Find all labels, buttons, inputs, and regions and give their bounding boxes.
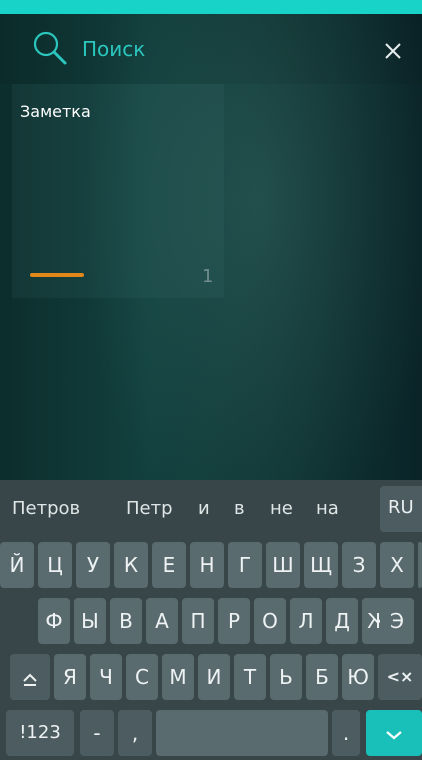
- key[interactable]: М: [162, 654, 194, 700]
- key[interactable]: Г: [228, 542, 262, 588]
- comma-key[interactable]: ,: [118, 710, 152, 756]
- key[interactable]: Ш: [266, 542, 300, 588]
- close-icon[interactable]: [376, 34, 410, 68]
- numbers-key[interactable]: !123: [6, 710, 74, 756]
- suggestion-item[interactable]: и: [198, 498, 210, 519]
- suggestion-item[interactable]: Петр: [126, 498, 173, 519]
- key[interactable]: Э: [380, 598, 414, 644]
- search-icon: [30, 28, 70, 68]
- key[interactable]: К: [114, 542, 148, 588]
- key[interactable]: Т: [234, 654, 266, 700]
- dash-key[interactable]: -: [80, 710, 114, 756]
- key[interactable]: Е: [152, 542, 186, 588]
- key[interactable]: Ю: [342, 654, 374, 700]
- key[interactable]: А: [146, 598, 178, 644]
- suggestion-item[interactable]: не: [270, 498, 293, 519]
- key[interactable]: Й: [0, 542, 34, 588]
- space-key[interactable]: [156, 710, 328, 756]
- enter-chevron-icon: [385, 721, 403, 745]
- backspace-icon: <×: [386, 667, 414, 686]
- key[interactable]: Ь: [270, 654, 302, 700]
- note-card[interactable]: Заметка 1: [12, 84, 224, 298]
- enter-key[interactable]: [366, 710, 422, 756]
- keyboard: Петров Петр и в не на RU Й Ц У К Е Н Г Ш…: [0, 480, 422, 760]
- language-label: RU: [388, 497, 414, 518]
- search-bar: [0, 14, 422, 84]
- language-key[interactable]: RU: [380, 486, 422, 532]
- key[interactable]: С: [126, 654, 158, 700]
- backspace-key[interactable]: <×: [378, 654, 422, 700]
- key[interactable]: [418, 542, 422, 588]
- key[interactable]: О: [254, 598, 286, 644]
- suggestion-bar: Петров Петр и в не на RU: [0, 480, 422, 538]
- suggestion-item[interactable]: Петров: [12, 498, 80, 519]
- key[interactable]: В: [110, 598, 142, 644]
- key[interactable]: Н: [190, 542, 224, 588]
- key[interactable]: У: [76, 542, 110, 588]
- shift-key[interactable]: [10, 654, 50, 700]
- key[interactable]: И: [198, 654, 230, 700]
- note-color-bar: [30, 273, 84, 277]
- period-key[interactable]: .: [332, 710, 360, 756]
- note-count: 1: [202, 266, 214, 287]
- shift-icon: [21, 665, 39, 689]
- suggestion-item[interactable]: в: [234, 498, 245, 519]
- key[interactable]: Ч: [90, 654, 122, 700]
- key[interactable]: Б: [306, 654, 338, 700]
- top-accent-bar: [0, 0, 422, 14]
- key[interactable]: Я: [54, 654, 86, 700]
- key[interactable]: П: [182, 598, 214, 644]
- key[interactable]: Л: [290, 598, 322, 644]
- screen: Заметка 1 Петров Петр и в не на RU Й Ц У…: [0, 0, 422, 760]
- key[interactable]: Ф: [38, 598, 70, 644]
- key[interactable]: З: [342, 542, 376, 588]
- key[interactable]: Р: [218, 598, 250, 644]
- key[interactable]: Щ: [304, 542, 338, 588]
- key[interactable]: Ы: [74, 598, 106, 644]
- key[interactable]: Ц: [38, 542, 72, 588]
- key[interactable]: Х: [380, 542, 414, 588]
- note-title: Заметка: [20, 102, 91, 121]
- search-input[interactable]: [82, 32, 352, 66]
- suggestion-item[interactable]: на: [316, 498, 339, 519]
- key[interactable]: Д: [326, 598, 358, 644]
